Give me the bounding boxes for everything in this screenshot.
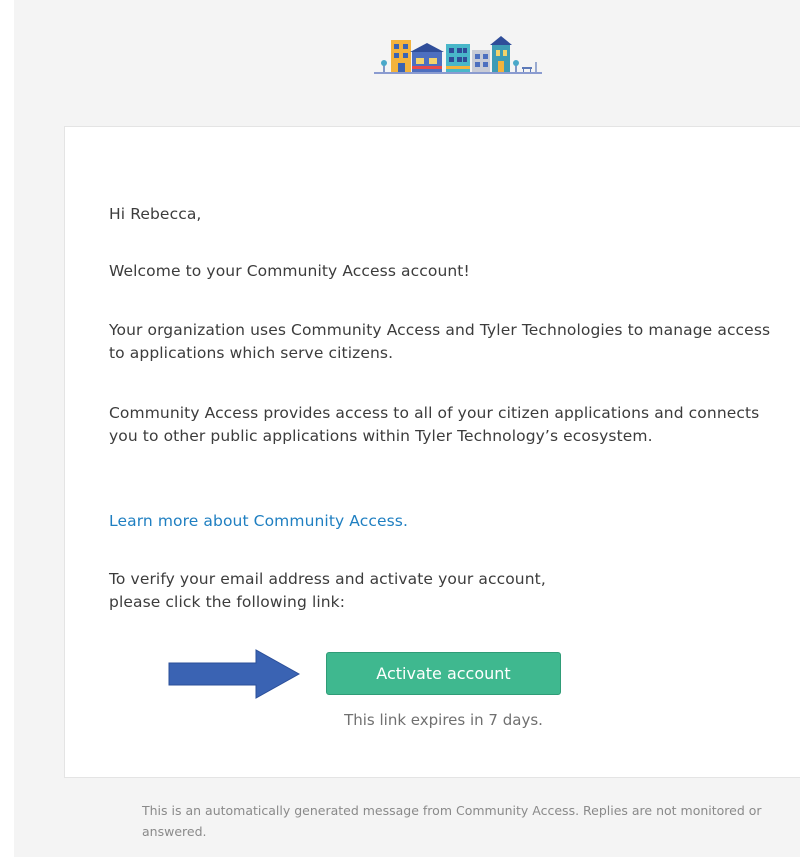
right-arrow-icon — [168, 649, 300, 699]
email-card: Hi Rebecca, Welcome to your Community Ac… — [64, 126, 800, 778]
learn-more-link[interactable]: Learn more about Community Access — [109, 512, 403, 530]
welcome-text: Welcome to your Community Access account… — [109, 262, 470, 280]
link-expiry-text: This link expires in 7 days. — [344, 711, 543, 729]
verify-text: To verify your email address and activat… — [109, 568, 669, 614]
city-buildings-logo-icon — [374, 36, 542, 74]
activate-account-button[interactable]: Activate account — [326, 652, 561, 695]
verify-line-1: To verify your email address and activat… — [109, 570, 546, 588]
provides-text: Community Access provides access to all … — [109, 404, 760, 445]
learn-more-period: . — [402, 512, 409, 530]
verify-line-2: please click the following link: — [109, 593, 346, 611]
learn-more-paragraph: Learn more about Community Access. — [109, 510, 408, 533]
footer-notice: This is an automatically generated messa… — [142, 803, 762, 839]
greeting-text: Hi Rebecca, — [109, 205, 202, 223]
organization-text: Your organization uses Community Access … — [109, 321, 771, 362]
